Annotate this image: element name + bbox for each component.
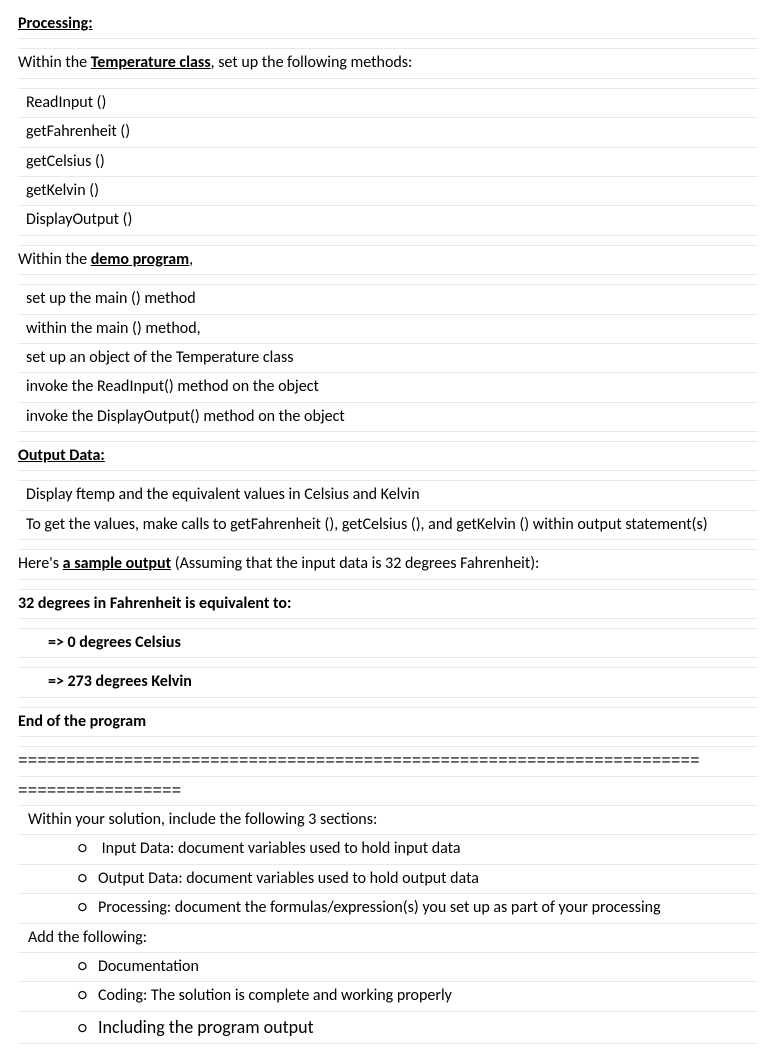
intro-text: Within the: [18, 250, 91, 269]
intro-temperature-class: Within the Temperature class, set up the…: [18, 49, 758, 78]
solution-bullet-text: Output Data: document variables used to …: [98, 869, 479, 888]
output-text: To get the values, make calls to getFahr…: [26, 515, 708, 534]
method-item: getCelsius (): [18, 148, 758, 177]
spacer: [18, 619, 758, 629]
add-following-text: Add the following:: [28, 928, 147, 947]
heading-output-text: Output Data:: [18, 446, 105, 465]
spacer: [18, 698, 758, 708]
bullet-icon: ○: [78, 868, 98, 890]
spacer: [18, 275, 758, 285]
demo-step-text: invoke the DisplayOutput() method on the…: [26, 407, 345, 426]
spacer: [18, 236, 758, 246]
spacer: [18, 540, 758, 550]
heading-processing: Processing:: [18, 10, 758, 39]
sample-output-line: 32 degrees in Fahrenheit is equivalent t…: [18, 590, 758, 619]
demo-step: set up an object of the Temperature clas…: [18, 344, 758, 373]
add-bullet-text: Including the program output: [98, 1016, 314, 1038]
sample-output-text: => 273 degrees Kelvin: [48, 672, 192, 691]
demo-step: invoke the ReadInput() method on the obj…: [18, 373, 758, 402]
bullet-icon: ○: [78, 956, 98, 978]
solution-bullet: ○Output Data: document variables used to…: [18, 865, 758, 894]
sample-intro-tail: (Assuming that the input data is 32 degr…: [171, 554, 539, 573]
spacer: [18, 432, 758, 442]
method-item: getFahrenheit (): [18, 118, 758, 147]
method-item: DisplayOutput (): [18, 206, 758, 235]
method-text: getKelvin (): [26, 181, 99, 200]
spacer: [18, 658, 758, 668]
demo-step: set up the main () method: [18, 285, 758, 314]
solution-bullet: ○Processing: document the formulas/expre…: [18, 894, 758, 923]
intro-text-tail: ,: [189, 250, 193, 269]
intro-temperature-bold: Temperature class: [91, 53, 211, 72]
output-line: To get the values, make calls to getFahr…: [18, 511, 758, 540]
method-item: ReadInput (): [18, 89, 758, 118]
sample-intro-text: Here's: [18, 554, 63, 573]
output-line: Display ftemp and the equivalent values …: [18, 481, 758, 510]
separator-text: =================: [18, 782, 181, 800]
demo-step-text: set up the main () method: [26, 289, 196, 308]
bullet-icon: ○: [78, 985, 98, 1007]
demo-step: within the main () method,: [18, 315, 758, 344]
separator-line: =================: [18, 777, 758, 806]
method-text: getCelsius (): [26, 152, 105, 171]
intro-demo-program: Within the demo program,: [18, 246, 758, 275]
sample-output-text: => 0 degrees Celsius: [48, 633, 181, 652]
demo-step-text: within the main () method,: [26, 319, 201, 338]
sample-output-line: End of the program: [18, 708, 758, 737]
solution-bullet-text: Input Data: document variables used to h…: [102, 839, 461, 858]
demo-step: invoke the DisplayOutput() method on the…: [18, 403, 758, 432]
intro-demo-bold: demo program: [91, 250, 189, 269]
sample-output-text: End of the program: [18, 712, 146, 731]
add-bullet-text: Documentation: [98, 957, 199, 976]
method-item: getKelvin (): [18, 177, 758, 206]
heading-output: Output Data:: [18, 442, 758, 471]
spacer: [18, 79, 758, 89]
output-text: Display ftemp and the equivalent values …: [26, 485, 420, 504]
sample-output-text: 32 degrees in Fahrenheit is equivalent t…: [18, 594, 291, 613]
spacer: [18, 580, 758, 590]
add-bullet-text: Coding: The solution is complete and wor…: [98, 986, 452, 1005]
sample-intro: Here's a sample output (Assuming that th…: [18, 550, 758, 579]
add-bullet: ○Coding: The solution is complete and wo…: [18, 982, 758, 1011]
spacer: [18, 39, 758, 49]
intro-text-tail: , set up the following methods:: [211, 53, 413, 72]
separator-line: ========================================…: [18, 747, 758, 776]
intro-text: Within the: [18, 53, 91, 72]
bullet-icon: ○: [78, 1018, 98, 1040]
solution-intro-text: Within your solution, include the follow…: [28, 810, 377, 829]
add-bullet: ○Including the program output: [18, 1012, 758, 1044]
bullet-icon: ○: [78, 897, 98, 919]
sample-intro-bold: a sample output: [63, 554, 171, 573]
add-bullet: ○Documentation: [18, 953, 758, 982]
separator-text: ========================================…: [18, 752, 700, 770]
solution-intro: Within your solution, include the follow…: [18, 806, 758, 835]
method-text: DisplayOutput (): [26, 210, 132, 229]
sample-output-line: => 273 degrees Kelvin: [18, 668, 758, 697]
method-text: ReadInput (): [26, 93, 106, 112]
sample-output-line: => 0 degrees Celsius: [18, 629, 758, 658]
solution-bullet-text: Processing: document the formulas/expres…: [98, 898, 661, 917]
spacer: [18, 471, 758, 481]
solution-bullet: ○ Input Data: document variables used to…: [18, 835, 758, 864]
spacer: [18, 737, 758, 747]
demo-step-text: invoke the ReadInput() method on the obj…: [26, 377, 319, 396]
bullet-icon: ○: [78, 838, 98, 860]
add-following: Add the following:: [18, 924, 758, 953]
method-text: getFahrenheit (): [26, 122, 130, 141]
demo-step-text: set up an object of the Temperature clas…: [26, 348, 293, 367]
heading-processing-text: Processing:: [18, 14, 93, 33]
